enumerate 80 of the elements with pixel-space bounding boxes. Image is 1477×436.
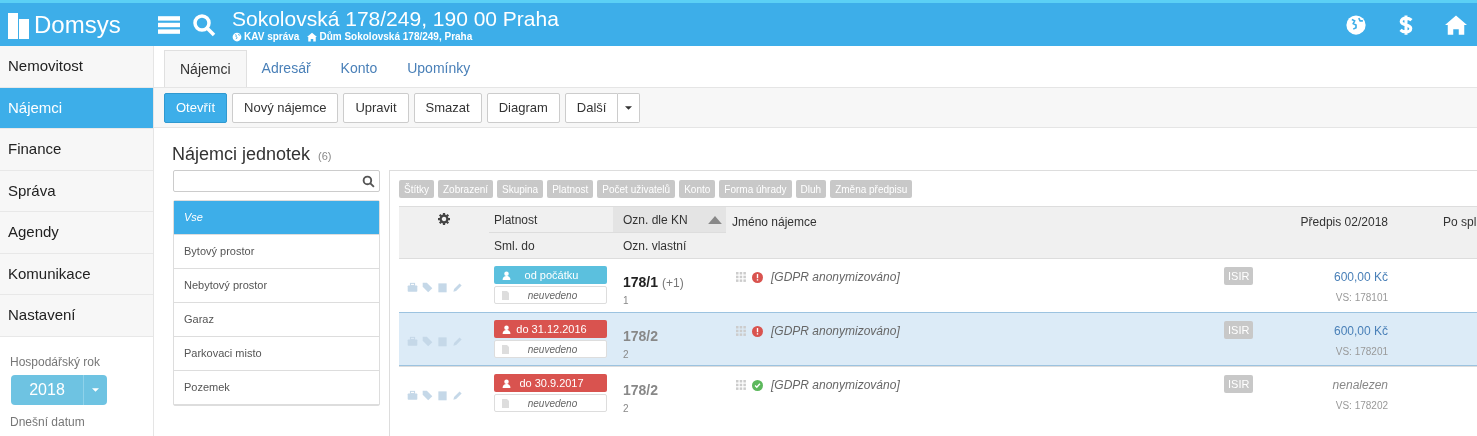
- unit-code: 178/2: [623, 381, 659, 400]
- caret-icon: [625, 105, 633, 110]
- unit-code: 178/2: [623, 327, 659, 346]
- variable-symbol: VS: 178101: [1335, 291, 1388, 305]
- person-icon: [502, 378, 511, 388]
- own-code: 1: [623, 294, 630, 308]
- toolbar-button[interactable]: Nový nájemce: [232, 92, 339, 123]
- calendar-icon: [437, 282, 448, 293]
- caret-icon: [92, 387, 99, 392]
- globe-icon[interactable]: [1345, 13, 1367, 36]
- tag-icon: [422, 282, 433, 293]
- person-icon: [502, 270, 511, 280]
- dropdown-toggle[interactable]: [618, 92, 641, 123]
- sidebar-item[interactable]: Správa: [0, 170, 153, 212]
- sort-ascending-icon: [708, 215, 722, 224]
- count-label: (6): [318, 149, 332, 164]
- contract-field: neuvedeno: [494, 286, 607, 304]
- unit-code: 178/1: [623, 273, 659, 292]
- document-icon: [502, 344, 509, 354]
- pencil-icon: [452, 390, 463, 401]
- column-header[interactable]: Předpis 02/2018: [1300, 213, 1388, 259]
- briefcase-icon: [407, 282, 418, 293]
- column-header[interactable]: Sml. do: [489, 233, 613, 259]
- search-button[interactable]: [192, 12, 216, 37]
- amount: 600,00 Kč: [1333, 323, 1388, 340]
- sidebar-item[interactable]: Nastavení: [0, 295, 153, 337]
- logo-text: Domsys: [34, 12, 121, 37]
- grid-icon: [736, 326, 746, 336]
- tab[interactable]: Adresář: [246, 50, 326, 87]
- contract-field: neuvedeno: [494, 394, 607, 412]
- amount: nenalezen: [1332, 377, 1388, 394]
- more-button[interactable]: Další: [564, 92, 619, 123]
- toolbar-button[interactable]: Smazat: [413, 92, 482, 123]
- sidebar-item[interactable]: Nemovitost: [0, 46, 153, 88]
- tab[interactable]: Konto: [325, 50, 393, 87]
- pencil-icon: [452, 282, 463, 293]
- toolbar-button[interactable]: Diagram: [486, 92, 560, 123]
- tab[interactable]: Upomínky: [392, 50, 486, 87]
- validity-badge: do 30.9.2017: [494, 374, 607, 392]
- validity-badge: do 31.12.2016: [494, 320, 607, 338]
- document-icon: [502, 290, 509, 300]
- year-label: Hospodářský rok: [9, 353, 102, 371]
- column-header[interactable]: Ozn. vlastní: [613, 233, 726, 259]
- globe-icon: [232, 31, 242, 42]
- section-title: Nájemci jednotek: [172, 143, 311, 166]
- sorted-column-header[interactable]: Ozn. dle KN: [613, 207, 726, 233]
- tenant-name: [GDPR anonymizováno]: [771, 323, 900, 340]
- variable-symbol: VS: 178201: [1335, 345, 1388, 359]
- document-icon: [502, 398, 509, 408]
- search-icon: [362, 174, 375, 188]
- person-icon: [502, 324, 511, 334]
- tag-icon: [422, 390, 433, 401]
- date-label: Dnešní datum: [9, 413, 86, 431]
- variable-symbol: VS: 178202: [1335, 399, 1388, 413]
- briefcase-icon: [407, 390, 418, 401]
- settings-icon: [438, 213, 450, 225]
- toolbar-button[interactable]: Upravit: [343, 92, 409, 123]
- home-icon[interactable]: [1445, 13, 1467, 36]
- tenant-name: [GDPR anonymizováno]: [771, 377, 900, 394]
- page-title: Sokolovská 178/249, 190 00 Praha: [232, 6, 559, 31]
- extra-count: (+1): [662, 275, 684, 292]
- sidebar-item[interactable]: Komunikace: [0, 253, 153, 295]
- validity-badge: od počátku: [494, 266, 607, 284]
- grid-icon: [736, 380, 746, 390]
- sidebar-item[interactable]: Finance: [0, 129, 153, 171]
- menu-button[interactable]: [158, 14, 180, 35]
- building-icon: [8, 10, 30, 39]
- own-code: 2: [623, 348, 630, 362]
- amount: 600,00 Kč: [1333, 269, 1388, 286]
- sidebar-item[interactable]: Agendy: [0, 212, 153, 254]
- own-code: 2: [623, 402, 630, 416]
- calendar-icon: [437, 390, 448, 401]
- column-header[interactable]: Po spl: [1443, 215, 1477, 229]
- tenant-name: [GDPR anonymizováno]: [771, 269, 900, 286]
- column-header[interactable]: Jméno nájemce: [732, 215, 817, 229]
- contract-field: neuvedeno: [494, 340, 607, 358]
- tab[interactable]: Nájemci: [164, 50, 247, 87]
- home-icon: [307, 31, 318, 42]
- grid-icon: [736, 272, 746, 282]
- search-field[interactable]: [173, 170, 380, 192]
